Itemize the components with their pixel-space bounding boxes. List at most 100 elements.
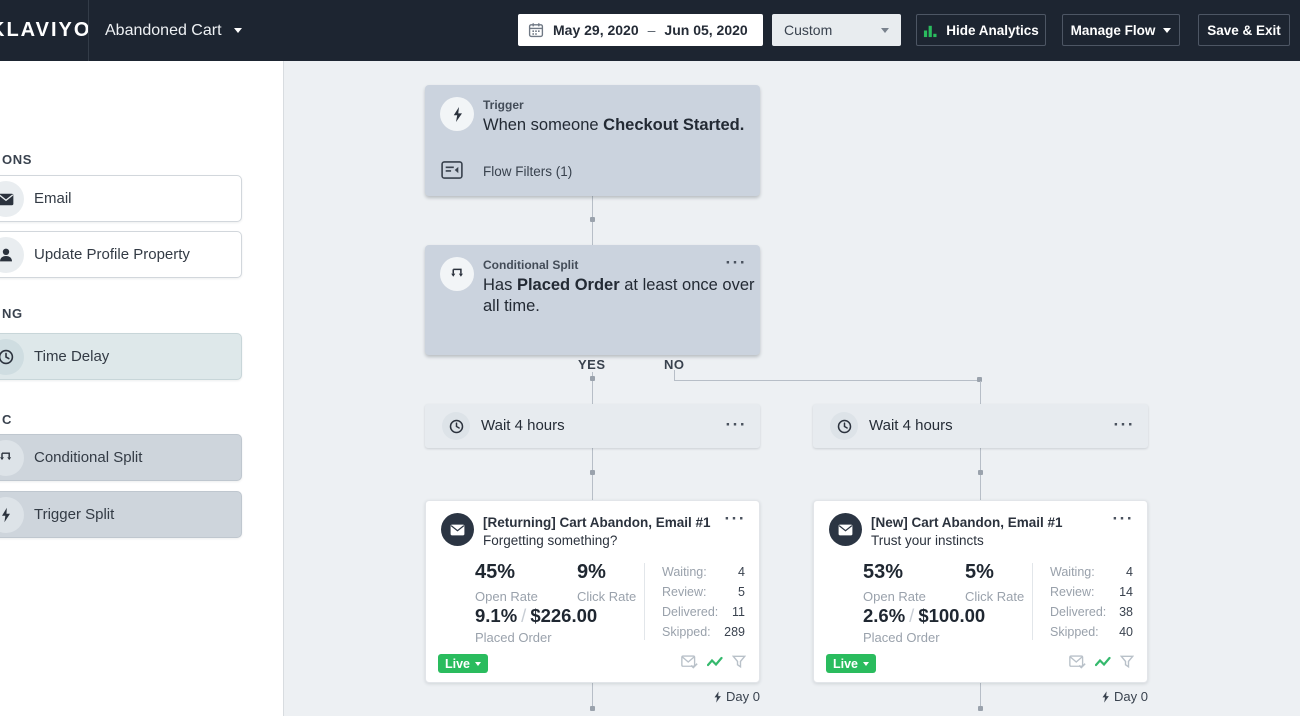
conditional-metric-name: Placed Order (517, 276, 620, 294)
placed-order-rate: 9.1% (475, 605, 517, 626)
sidebar-item-trigger-split[interactable]: Trigger Split (0, 491, 242, 538)
connector-dot (590, 217, 595, 222)
queue-value: 4 (738, 565, 745, 579)
date-end: Jun 05, 2020 (664, 22, 747, 38)
queue-value: 38 (1119, 605, 1133, 619)
stat-separator: / (517, 605, 530, 626)
trigger-card[interactable]: Trigger When someone Checkout Started. F… (425, 85, 760, 196)
queue-value: 11 (732, 605, 745, 619)
sidebar-item-time-delay[interactable]: Time Delay (0, 333, 242, 380)
connector-line (674, 380, 982, 381)
analytics-trend-icon[interactable] (1095, 656, 1111, 668)
email-title: [New] Cart Abandon, Email #1 (871, 515, 1063, 530)
wait-card-yes-branch[interactable]: Wait 4 hours ··· (425, 404, 760, 448)
placed-order-revenue: $100.00 (918, 605, 985, 626)
filter-funnel-icon[interactable] (732, 655, 746, 669)
sidebar-section-header-logic: C (2, 412, 12, 427)
sidebar-item-label: Conditional Split (34, 435, 142, 480)
date-separator: – (648, 22, 656, 38)
analytics-trend-icon[interactable] (707, 656, 723, 668)
more-options-icon[interactable]: ··· (726, 253, 747, 273)
date-preset-select[interactable]: Custom (772, 14, 901, 46)
topbar-divider (88, 0, 89, 61)
email-subject: Trust your instincts (871, 533, 984, 548)
placed-order-revenue: $226.00 (530, 605, 597, 626)
stats-divider (1032, 563, 1033, 640)
wait-label: Wait 4 hours (481, 404, 565, 448)
sidebar-item-label: Time Delay (34, 334, 109, 379)
click-rate-label: Click Rate (577, 589, 636, 604)
sidebar-item-conditional-split[interactable]: Conditional Split (0, 434, 242, 481)
date-range-picker[interactable]: May 29, 2020 – Jun 05, 2020 (518, 14, 763, 46)
chevron-down-icon (881, 28, 889, 33)
chevron-down-icon (1163, 28, 1171, 33)
connector-dot (978, 706, 983, 711)
clock-icon (0, 339, 24, 375)
wait-card-no-branch[interactable]: Wait 4 hours ··· (813, 404, 1148, 448)
more-options-icon[interactable]: ··· (1113, 509, 1134, 529)
clock-icon (830, 412, 858, 440)
more-options-icon[interactable]: ··· (1114, 415, 1135, 435)
open-rate-label: Open Rate (863, 589, 926, 604)
flow-filters-link[interactable]: Flow Filters (1) (483, 164, 572, 179)
queue-label: Skipped: (662, 625, 711, 639)
day-marker-label: Day 0 (1114, 689, 1148, 704)
person-icon (0, 237, 24, 273)
connector-dot (978, 470, 983, 475)
sidebar-item-label: Update Profile Property (34, 232, 190, 277)
queue-label: Waiting: (662, 565, 707, 579)
sidebar-item-update-profile-property[interactable]: Update Profile Property (0, 231, 242, 278)
conditional-split-card[interactable]: Conditional Split Has Placed Order at le… (425, 245, 760, 355)
more-options-icon[interactable]: ··· (725, 509, 746, 529)
date-start: May 29, 2020 (553, 22, 639, 38)
hide-analytics-button[interactable]: Hide Analytics (916, 14, 1046, 46)
placed-order-rate: 2.6% (863, 605, 905, 626)
queue-label: Review: (662, 585, 706, 599)
email-preview-icon[interactable] (681, 655, 698, 669)
email-title: [Returning] Cart Abandon, Email #1 (483, 515, 711, 530)
email-subject: Forgetting something? (483, 533, 617, 548)
wait-label: Wait 4 hours (869, 404, 953, 448)
chevron-down-icon[interactable] (234, 28, 242, 33)
queue-label: Delivered: (1050, 605, 1106, 619)
conditional-split-icon (440, 257, 474, 291)
klaviyo-logo: KLAVIYO (0, 0, 91, 61)
stat-separator: / (905, 605, 918, 626)
click-rate-value: 9% (577, 561, 606, 584)
hide-analytics-label: Hide Analytics (946, 23, 1039, 38)
connector-dot (590, 376, 595, 381)
flow-name-menu[interactable]: Abandoned Cart (105, 0, 222, 61)
status-badge-live[interactable]: Live (438, 654, 488, 673)
save-exit-label: Save & Exit (1207, 23, 1281, 38)
filter-funnel-icon[interactable] (1120, 655, 1134, 669)
day-marker-label: Day 0 (726, 689, 760, 704)
queue-label: Waiting: (1050, 565, 1095, 579)
placed-order-stats: 2.6%/$100.00 (863, 605, 985, 627)
email-card-new[interactable]: [New] Cart Abandon, Email #1 Trust your … (813, 500, 1148, 683)
open-rate-label: Open Rate (475, 589, 538, 604)
lightning-bolt-icon (1101, 691, 1110, 703)
connector-dot (590, 470, 595, 475)
queue-label: Review: (1050, 585, 1094, 599)
open-rate-value: 45% (475, 561, 515, 584)
branch-label-yes: YES (578, 357, 606, 372)
email-quick-actions (1069, 655, 1134, 669)
trigger-metric-name: Checkout Started. (603, 116, 744, 134)
open-rate-value: 53% (863, 561, 903, 584)
connector-line (980, 381, 981, 404)
queue-value: 14 (1119, 585, 1133, 599)
manage-flow-button[interactable]: Manage Flow (1062, 14, 1180, 46)
queue-value: 4 (1126, 565, 1133, 579)
manage-flow-label: Manage Flow (1071, 23, 1156, 38)
queue-label: Delivered: (662, 605, 718, 619)
conditional-text-prefix: Has (483, 276, 517, 294)
email-preview-icon[interactable] (1069, 655, 1086, 669)
actions-sidebar: ONS Email Update Profile Property NG (0, 61, 284, 716)
email-card-returning[interactable]: [Returning] Cart Abandon, Email #1 Forge… (425, 500, 760, 683)
status-badge-live[interactable]: Live (826, 654, 876, 673)
sidebar-item-email[interactable]: Email (0, 175, 242, 222)
more-options-icon[interactable]: ··· (726, 415, 747, 435)
save-exit-button[interactable]: Save & Exit (1198, 14, 1290, 46)
chevron-down-icon (863, 662, 869, 666)
clock-icon (442, 412, 470, 440)
